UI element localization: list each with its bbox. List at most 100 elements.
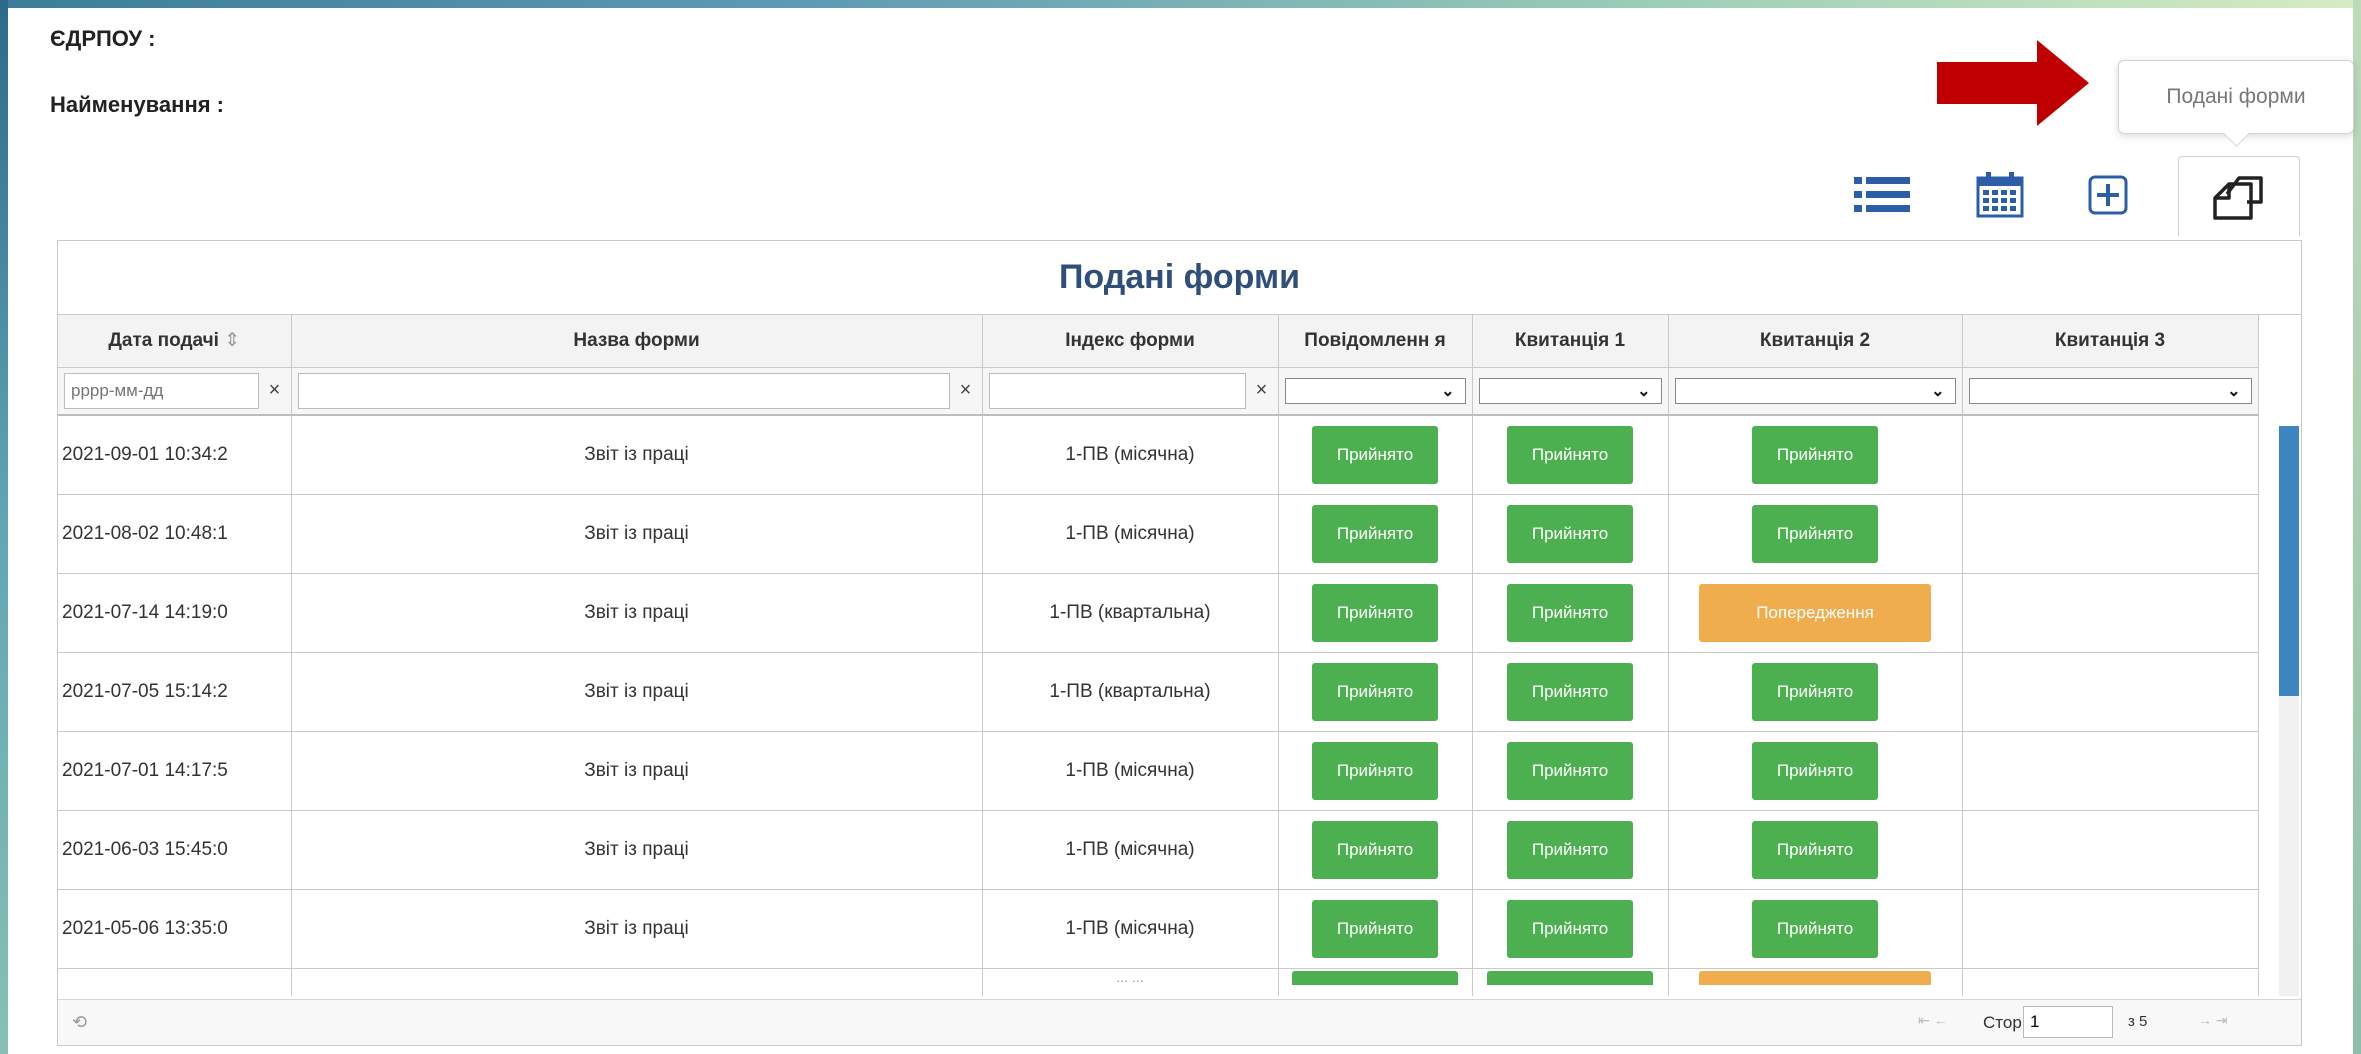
edrpou-label: ЄДРПОУ : bbox=[50, 26, 156, 51]
receipt-2-status-button[interactable]: Прийнято bbox=[1752, 820, 1878, 879]
name-label: Найменування : bbox=[50, 92, 225, 117]
column-header-date[interactable]: Дата подачі ⇕ bbox=[58, 315, 292, 368]
receipt-2-status-button-partial[interactable] bbox=[1699, 970, 1931, 985]
form-index: 1-ПВ (місячна) bbox=[982, 810, 1279, 890]
chevron-down-icon: ⌄ bbox=[1931, 382, 1945, 400]
form-index: 1-ПВ (квартальна) bbox=[982, 652, 1279, 732]
submission-date: 2021-05-06 13:35:0 bbox=[58, 889, 292, 969]
form-name: Звіт із праці bbox=[291, 889, 983, 969]
table-row[interactable]: 2021-07-01 14:17:5 Звіт із праці 1-ПВ (міс… bbox=[58, 731, 2259, 811]
column-header-form-name[interactable]: Назва форми bbox=[291, 315, 983, 368]
submitted-forms-tooltip: Подані форми bbox=[2118, 60, 2354, 134]
refresh-icon[interactable]: ⟲ bbox=[72, 1012, 87, 1033]
receipt-3-empty bbox=[1962, 731, 2259, 811]
clear-name-filter-icon[interactable]: × bbox=[956, 379, 976, 402]
form-index: 1-ПВ (місячна) bbox=[982, 494, 1279, 574]
pager: ⟲ ⇤ ← Стор. з 5 → ⇥ bbox=[58, 999, 2301, 1045]
receipt-2-status-button[interactable]: Попередження bbox=[1699, 583, 1931, 642]
receipt-2-status-button[interactable]: Прийнято bbox=[1752, 741, 1878, 800]
chevron-down-icon: ⌄ bbox=[1441, 382, 1455, 400]
submission-date: 2021-07-05 15:14:2 bbox=[58, 652, 292, 732]
form-index: 1-ПВ (квартальна) bbox=[982, 573, 1279, 653]
panel-title: Подані форми bbox=[58, 241, 2301, 315]
receipt-1-status-button[interactable]: Прийнято bbox=[1507, 425, 1633, 484]
sort-icon[interactable]: ⇕ bbox=[224, 330, 240, 351]
table-row[interactable]: 2021-06-03 15:45:0 Звіт із праці 1-ПВ (міс… bbox=[58, 810, 2259, 890]
form-index: 1-ПВ (місячна) bbox=[982, 889, 1279, 969]
submitted-forms-tab-icon[interactable] bbox=[2178, 156, 2300, 236]
message-status-button[interactable]: Прийнято bbox=[1312, 899, 1438, 958]
column-header-receipt-2[interactable]: Квитанція 2 bbox=[1668, 315, 1963, 368]
receipt-1-filter-select[interactable]: ⌄ bbox=[1478, 377, 1662, 404]
message-status-button[interactable]: Прийнято bbox=[1312, 425, 1438, 484]
column-header-message[interactable]: Повідомленн я bbox=[1278, 315, 1473, 368]
receipt-1-status-button[interactable]: Прийнято bbox=[1507, 820, 1633, 879]
submission-date: 2021-08-02 10:48:1 bbox=[58, 494, 292, 574]
window-right-border bbox=[2353, 0, 2361, 1054]
form-name: Звіт із праці bbox=[291, 573, 983, 653]
submission-date: 2021-09-01 10:34:2 bbox=[58, 415, 292, 495]
chevron-down-icon: ⌄ bbox=[1637, 382, 1651, 400]
table-row[interactable]: 2021-05-06 13:35:0 Звіт із праці 1-ПВ (міс… bbox=[58, 889, 2259, 969]
receipt-1-status-button[interactable]: Прийнято bbox=[1507, 583, 1633, 642]
column-header-date-label: Дата подачі bbox=[108, 329, 219, 351]
pager-prev-icons[interactable]: ⇤ ← bbox=[1918, 1012, 1948, 1029]
receipt-1-status-button[interactable]: Прийнято bbox=[1507, 899, 1633, 958]
submission-date: 2021-06-03 15:45:0 bbox=[58, 810, 292, 890]
table-row[interactable]: 2021-09-01 10:34:2 Звіт із праці 1-ПВ (міс… bbox=[58, 415, 2259, 495]
window-left-border bbox=[0, 0, 8, 1054]
receipt-1-status-button[interactable]: Прийнято bbox=[1507, 662, 1633, 721]
clear-date-filter-icon[interactable]: × bbox=[265, 379, 285, 402]
calendar-icon[interactable] bbox=[1970, 170, 2030, 220]
form-name-filter-input[interactable] bbox=[297, 372, 950, 409]
table-scrollbar[interactable] bbox=[2279, 426, 2299, 996]
submission-date: 2021-07-14 14:19:0 bbox=[58, 573, 292, 653]
message-status-button[interactable]: Прийнято bbox=[1312, 583, 1438, 642]
receipt-2-filter-select[interactable]: ⌄ bbox=[1674, 377, 1956, 404]
message-status-button[interactable]: Прийнято bbox=[1312, 820, 1438, 879]
table-row-partial[interactable]: ... ... bbox=[58, 968, 2259, 996]
submitted-forms-panel: Подані форми Дата подачі ⇕ Назва форми І… bbox=[57, 240, 2302, 1046]
receipt-2-status-button[interactable]: Прийнято bbox=[1752, 662, 1878, 721]
clear-index-filter-icon[interactable]: × bbox=[1252, 379, 1272, 402]
message-status-button[interactable]: Прийнято bbox=[1312, 504, 1438, 563]
form-index: 1-ПВ (місячна) bbox=[982, 415, 1279, 495]
window-top-gradient bbox=[0, 0, 2361, 8]
form-index: 1-ПВ (місячна) bbox=[982, 731, 1279, 811]
receipt-2-status-button[interactable]: Прийнято bbox=[1752, 504, 1878, 563]
page-label: Стор. bbox=[1983, 1013, 2027, 1032]
page-input[interactable] bbox=[2023, 1006, 2113, 1038]
receipt-2-status-button[interactable]: Прийнято bbox=[1752, 425, 1878, 484]
receipt-3-filter-select[interactable]: ⌄ bbox=[1968, 377, 2252, 404]
receipt-1-status-button[interactable]: Прийнято bbox=[1507, 741, 1633, 800]
list-view-icon[interactable] bbox=[1852, 170, 1912, 220]
table-row[interactable]: 2021-07-14 14:19:0 Звіт із праці 1-ПВ (ква… bbox=[58, 573, 2259, 653]
form-name: Звіт із праці bbox=[291, 810, 983, 890]
form-index-partial: ... ... bbox=[982, 968, 1279, 996]
receipt-3-empty bbox=[1962, 494, 2259, 574]
page-count: з 5 bbox=[2128, 1013, 2148, 1030]
pager-next-icons[interactable]: → ⇥ bbox=[2198, 1012, 2228, 1029]
column-header-receipt-3[interactable]: Квитанція 3 bbox=[1962, 315, 2259, 368]
message-status-button[interactable]: Прийнято bbox=[1312, 662, 1438, 721]
column-header-form-index[interactable]: Індекс форми bbox=[982, 315, 1279, 368]
date-filter-input[interactable] bbox=[64, 372, 259, 409]
receipt-1-status-button-partial[interactable] bbox=[1487, 970, 1653, 985]
form-index-filter-input[interactable] bbox=[988, 372, 1246, 409]
form-name: Звіт із праці bbox=[291, 494, 983, 574]
table-row[interactable]: 2021-08-02 10:48:1 Звіт із праці 1-ПВ (міс… bbox=[58, 494, 2259, 574]
scrollbar-thumb[interactable] bbox=[2279, 426, 2299, 696]
receipt-1-status-button[interactable]: Прийнято bbox=[1507, 504, 1633, 563]
message-status-button[interactable]: Прийнято bbox=[1312, 741, 1438, 800]
receipt-3-empty bbox=[1962, 573, 2259, 653]
add-form-icon[interactable] bbox=[2078, 170, 2138, 220]
receipt-2-status-button[interactable]: Прийнято bbox=[1752, 899, 1878, 958]
filter-index-cell: × bbox=[982, 367, 1279, 416]
column-header-receipt-1[interactable]: Квитанція 1 bbox=[1472, 315, 1669, 368]
filter-date-cell: × bbox=[58, 367, 292, 416]
message-filter-select[interactable]: ⌄ bbox=[1284, 377, 1466, 404]
red-arrow-icon bbox=[1937, 40, 2089, 126]
message-status-button-partial[interactable] bbox=[1292, 970, 1458, 985]
table-row[interactable]: 2021-07-05 15:14:2 Звіт із праці 1-ПВ (ква… bbox=[58, 652, 2259, 732]
chevron-down-icon: ⌄ bbox=[2227, 382, 2241, 400]
